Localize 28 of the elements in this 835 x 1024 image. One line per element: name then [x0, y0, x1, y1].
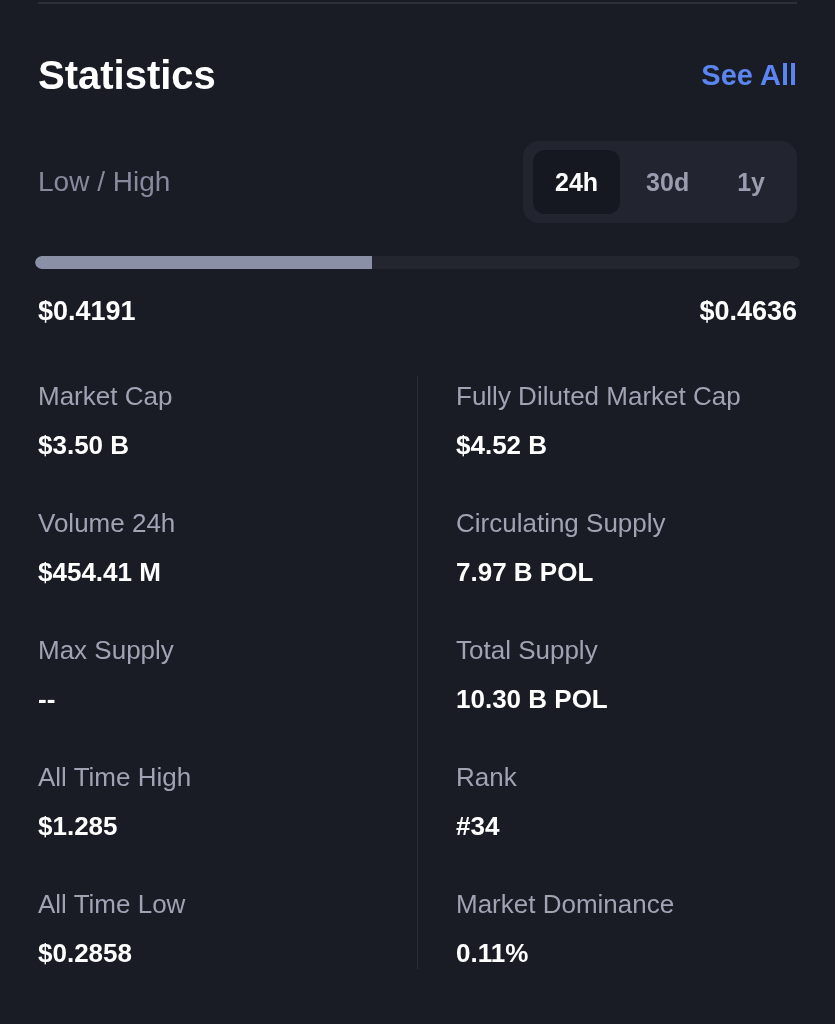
high-price: $0.4636	[699, 295, 797, 328]
stat-value: 10.30 B POL	[456, 683, 608, 715]
section-title: Statistics	[38, 52, 216, 99]
stat-label: Total Supply	[456, 634, 598, 666]
stat-value: $0.2858	[38, 937, 132, 969]
period-tab[interactable]: 24h	[533, 150, 621, 214]
stat-label: Market Cap	[38, 380, 173, 412]
stat-value: 0.11%	[456, 937, 529, 969]
stat-label: Market Dominance	[456, 888, 675, 920]
stat-value: $4.52 B	[456, 429, 548, 461]
stat-value: $1.285	[38, 810, 118, 842]
stat-value: 7.97 B POL	[456, 556, 594, 588]
stat-value: #34	[456, 810, 500, 842]
stat-label: All Time Low	[38, 888, 186, 920]
stat-value: $454.41 M	[38, 556, 161, 588]
see-all-link[interactable]: See All	[701, 57, 797, 93]
stat-label: Rank	[456, 761, 517, 793]
period-tab[interactable]: 30d	[624, 150, 712, 214]
stat-label: Fully Diluted Market Cap	[456, 380, 741, 412]
stat-label: Max Supply	[38, 634, 174, 666]
stat-label: Volume 24h	[38, 507, 176, 539]
stat-label: Circulating Supply	[456, 507, 666, 539]
low-price: $0.4191	[38, 295, 136, 328]
low-high-label: Low / High	[38, 165, 171, 199]
period-tab[interactable]: 1y	[715, 150, 787, 214]
stat-value: $3.50 B	[38, 429, 130, 461]
stat-value: --	[38, 683, 56, 715]
stat-label: All Time High	[38, 761, 192, 793]
